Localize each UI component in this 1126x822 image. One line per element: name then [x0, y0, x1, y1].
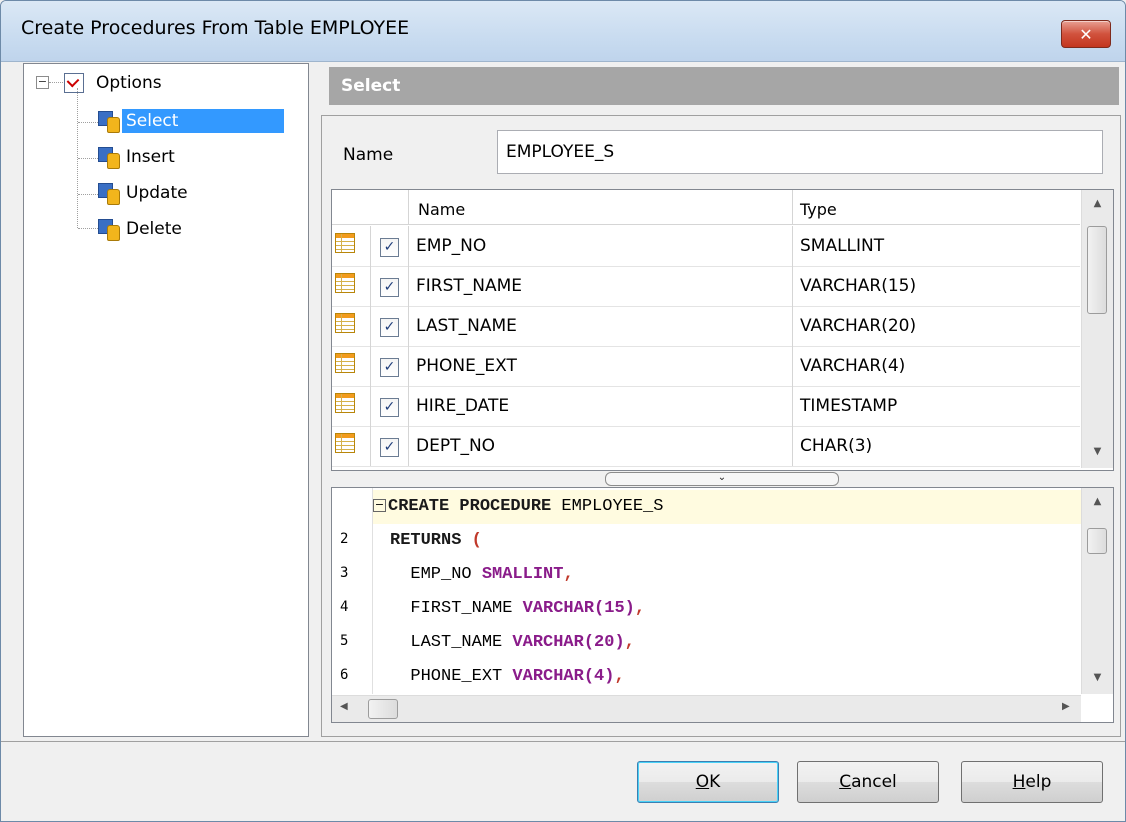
line-number: 3 [340, 565, 349, 581]
tree-item-options[interactable]: Options [64, 66, 166, 100]
section-title: Select [341, 76, 401, 96]
code-line: EMP_NO SMALLINT, [390, 565, 574, 584]
tree-item-update[interactable]: Update [98, 176, 192, 210]
field-checkbox[interactable]: ✓ [380, 358, 399, 377]
scroll-up-icon[interactable]: ▲ [1082, 194, 1113, 214]
grid-header: Name Type [332, 190, 1080, 225]
tree-connector [78, 194, 98, 195]
column-header-name[interactable]: Name [418, 190, 465, 224]
dialog-window: Create Procedures From Table EMPLOYEE ✕ … [0, 0, 1126, 822]
code-line: PHONE_EXT VARCHAR(4), [390, 667, 625, 686]
table-row[interactable]: ✓ DEPT_NO CHAR(3) [332, 426, 1080, 467]
collapse-icon[interactable]: − [36, 76, 49, 89]
field-type: VARCHAR(4) [800, 356, 906, 376]
table-row[interactable]: ✓ LAST_NAME VARCHAR(20) [332, 306, 1080, 347]
cancel-button[interactable]: Cancel [797, 761, 939, 803]
column-header-type[interactable]: Type [800, 190, 837, 224]
editor-vertical-scrollbar[interactable]: ▲ ▼ [1081, 488, 1113, 694]
procedure-name-input[interactable]: EMPLOYEE_S [497, 130, 1103, 174]
tree-item-insert[interactable]: Insert [98, 140, 179, 174]
table-field-icon [335, 313, 355, 333]
tree-connector [49, 82, 63, 83]
code-line: LAST_NAME VARCHAR(20), [390, 633, 635, 652]
tree-connector [78, 158, 98, 159]
title-bar: Create Procedures From Table EMPLOYEE ✕ [1, 1, 1125, 62]
field-name: HIRE_DATE [416, 396, 510, 416]
footer-divider [1, 741, 1125, 742]
tree-item-label: Insert [126, 147, 175, 167]
field-checkbox[interactable]: ✓ [380, 238, 399, 257]
name-label: Name [343, 145, 394, 165]
options-tree: − Options Select Insert Update Delete [23, 63, 309, 737]
tree-item-select[interactable]: Select [98, 104, 284, 138]
field-type: SMALLINT [800, 236, 885, 256]
scroll-right-icon[interactable]: ▶ [1062, 701, 1070, 712]
field-type: VARCHAR(20) [800, 316, 917, 336]
line-number: 4 [340, 599, 349, 615]
field-type: VARCHAR(15) [800, 276, 917, 296]
tree-item-label: Select [122, 109, 284, 133]
field-checkbox[interactable]: ✓ [380, 318, 399, 337]
section-header: Select [329, 67, 1119, 105]
table-row[interactable]: ✓ PHONE_EXT VARCHAR(4) [332, 346, 1080, 387]
options-checklist-icon [64, 73, 84, 93]
table-field-icon [335, 233, 355, 253]
tree-item-delete[interactable]: Delete [98, 212, 186, 246]
scroll-thumb[interactable] [1087, 226, 1107, 314]
scroll-left-icon[interactable]: ◀ [340, 701, 348, 712]
line-number-gutter: 2 3 4 5 6 [332, 488, 373, 694]
field-type: TIMESTAMP [800, 396, 898, 416]
table-field-icon [335, 273, 355, 293]
table-row[interactable]: ✓ FIRST_NAME VARCHAR(15) [332, 266, 1080, 307]
field-name: DEPT_NO [416, 436, 496, 456]
procedure-icon [98, 147, 120, 169]
field-checkbox[interactable]: ✓ [380, 438, 399, 457]
ok-button[interactable]: OK [637, 761, 779, 803]
code-line: RETURNS ( [390, 531, 482, 550]
procedure-icon [98, 183, 120, 205]
help-button[interactable]: Help [961, 761, 1103, 803]
field-checkbox[interactable]: ✓ [380, 398, 399, 417]
grid-vertical-scrollbar[interactable]: ▲ ▼ [1081, 190, 1113, 468]
editor-horizontal-scrollbar[interactable]: ◀ ▶ [332, 695, 1081, 722]
field-checkbox[interactable]: ✓ [380, 278, 399, 297]
field-name: LAST_NAME [416, 316, 517, 336]
scroll-down-icon[interactable]: ▼ [1082, 442, 1113, 462]
field-type: CHAR(3) [800, 436, 873, 456]
close-icon: ✕ [1079, 24, 1093, 44]
table-field-icon [335, 433, 355, 453]
window-title: Create Procedures From Table EMPLOYEE [21, 17, 410, 39]
tree-item-label: Update [126, 183, 188, 203]
code-line: − CREATE PROCEDURE EMPLOYEE_S [373, 490, 1081, 524]
line-number: 6 [340, 667, 349, 683]
table-field-icon [335, 353, 355, 373]
field-name: FIRST_NAME [416, 276, 523, 296]
fold-icon[interactable]: − [373, 499, 386, 513]
procedure-icon [98, 111, 120, 133]
tree-item-label: Options [96, 73, 162, 93]
line-number: 5 [340, 633, 349, 649]
table-row[interactable]: ✓ HIRE_DATE TIMESTAMP [332, 386, 1080, 427]
splitter-handle[interactable]: ⌄ [605, 472, 839, 486]
scroll-down-icon[interactable]: ▼ [1082, 668, 1113, 688]
sql-editor[interactable]: 2 3 4 5 6 − CREATE PROCEDURE EMPLOYEE_S R… [331, 487, 1114, 723]
table-row[interactable]: ✓ EMP_NO SMALLINT [332, 226, 1080, 267]
table-field-icon [335, 393, 355, 413]
field-name: EMP_NO [416, 236, 487, 256]
procedure-icon [98, 219, 120, 241]
scroll-thumb[interactable] [368, 699, 398, 719]
tree-connector [78, 122, 98, 123]
tree-item-label: Delete [126, 219, 182, 239]
line-number: 2 [340, 531, 349, 547]
fields-grid: Name Type ✓ EMP_NO SMALLINT ✓ FIRST_NAME… [331, 189, 1114, 471]
code-line: FIRST_NAME VARCHAR(15), [390, 599, 646, 618]
scroll-thumb[interactable] [1087, 528, 1107, 554]
scroll-up-icon[interactable]: ▲ [1082, 492, 1113, 512]
tree-connector [78, 228, 98, 229]
field-name: PHONE_EXT [416, 356, 517, 376]
close-button[interactable]: ✕ [1061, 20, 1111, 48]
